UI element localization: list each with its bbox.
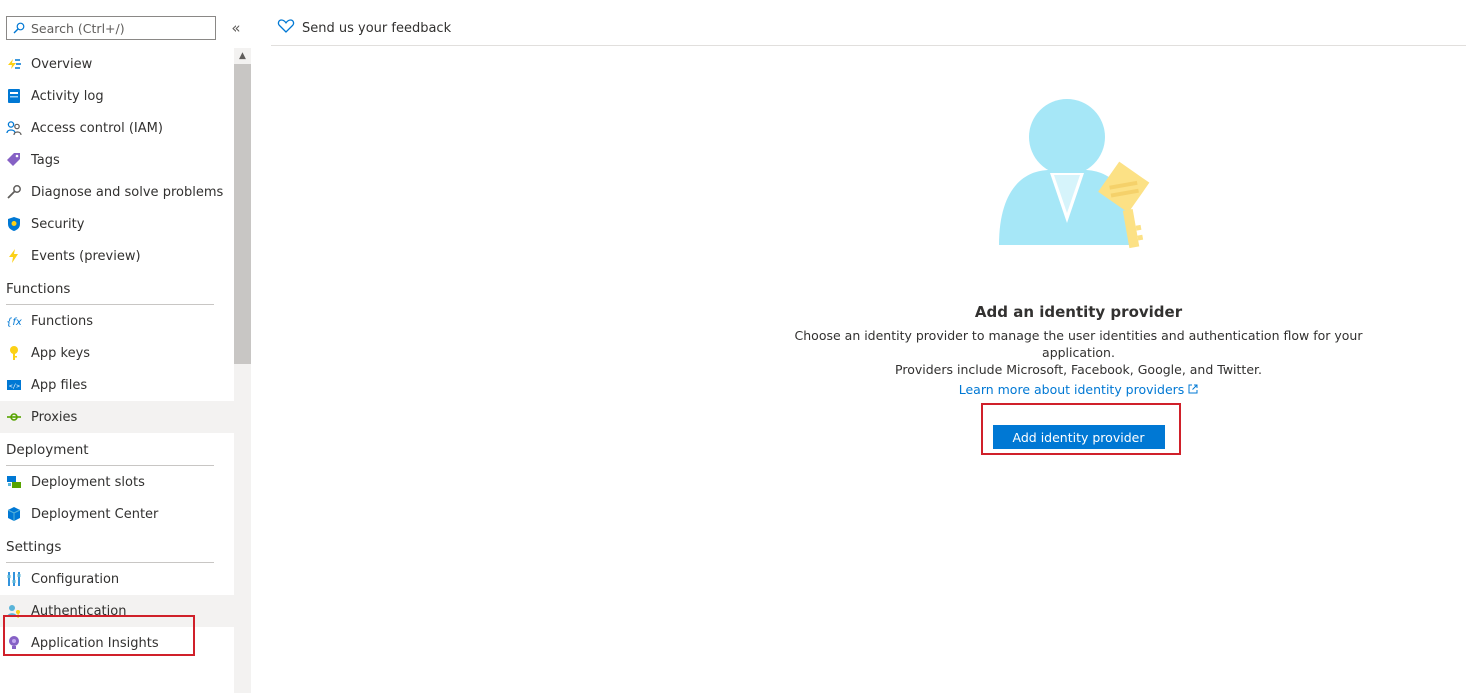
cube-icon xyxy=(6,506,22,522)
search-input-box[interactable] xyxy=(6,16,216,40)
menu-item-proxies[interactable]: Proxies xyxy=(0,401,234,433)
access-control-icon xyxy=(6,120,22,136)
menu-item-label: Overview xyxy=(31,56,93,72)
deployment-slots-icon xyxy=(6,474,22,490)
menu-item-label: Activity log xyxy=(31,88,104,104)
search-input[interactable] xyxy=(31,20,211,36)
menu-item-access-control[interactable]: Access control (IAM) xyxy=(0,112,234,144)
key-icon xyxy=(6,345,22,361)
section-title: Functions xyxy=(6,280,71,297)
menu-item-label: App keys xyxy=(31,345,91,361)
sliders-icon xyxy=(6,571,22,587)
menu-list: Overview Activity log Access control (IA… xyxy=(0,48,234,659)
menu-item-label: Access control (IAM) xyxy=(31,120,163,136)
tag-icon xyxy=(6,152,22,168)
lightning-icon xyxy=(6,248,22,264)
menu-item-label: Security xyxy=(31,216,85,232)
collapse-menu-button[interactable]: « xyxy=(228,18,244,38)
user-key-illustration xyxy=(998,95,1160,255)
menu-item-app-keys[interactable]: App keys xyxy=(0,337,234,369)
feedback-button[interactable]: Send us your feedback xyxy=(277,18,451,38)
menu-scrollbar[interactable]: ▲ xyxy=(234,48,251,693)
menu-item-activity-log[interactable]: Activity log xyxy=(0,80,234,112)
scroll-up-arrow-icon[interactable]: ▲ xyxy=(234,48,251,64)
menu-item-app-files[interactable]: </> App files xyxy=(0,369,234,401)
menu-item-label: Configuration xyxy=(31,571,120,587)
menu-item-overview[interactable]: Overview xyxy=(0,48,234,80)
app-files-icon: </> xyxy=(6,377,22,393)
section-header-settings: Settings xyxy=(0,530,234,563)
learn-more-label: Learn more about identity providers xyxy=(958,382,1185,397)
section-header-deployment: Deployment xyxy=(0,433,234,466)
feedback-label: Send us your feedback xyxy=(302,20,452,36)
command-bar: Send us your feedback xyxy=(271,0,1466,46)
menu-item-label: Functions xyxy=(31,313,94,329)
menu-item-security[interactable]: Security xyxy=(0,208,234,240)
empty-state-title: Add an identity provider xyxy=(974,303,1183,321)
svg-text:{fx}: {fx} xyxy=(6,317,22,328)
add-identity-provider-button[interactable]: Add identity provider xyxy=(992,425,1165,449)
menu-item-label: Deployment Center xyxy=(31,506,159,522)
menu-item-label: Deployment slots xyxy=(31,474,145,490)
section-title: Deployment xyxy=(6,441,89,458)
function-icon: {fx} xyxy=(6,313,22,329)
external-link-icon xyxy=(1188,382,1198,397)
menu-item-label: Authentication xyxy=(31,603,127,619)
menu-item-diagnose[interactable]: Diagnose and solve problems xyxy=(0,176,234,208)
wrench-icon xyxy=(6,184,22,200)
menu-item-label: Application Insights xyxy=(31,635,159,651)
description-line-2: Providers include Microsoft, Facebook, G… xyxy=(895,362,1262,377)
menu-item-label: Events (preview) xyxy=(31,248,141,264)
menu-item-events[interactable]: Events (preview) xyxy=(0,240,234,272)
menu-item-tags[interactable]: Tags xyxy=(0,144,234,176)
lightbulb-icon xyxy=(6,635,22,651)
empty-state-description: Choose an identity provider to manage th… xyxy=(760,327,1397,378)
overview-icon xyxy=(6,56,22,72)
menu-item-functions[interactable]: {fx} Functions xyxy=(0,305,234,337)
shield-icon xyxy=(6,216,22,232)
section-title: Settings xyxy=(6,538,62,555)
menu-item-deployment-slots[interactable]: Deployment slots xyxy=(0,466,234,498)
menu-item-authentication[interactable]: Authentication xyxy=(0,595,234,627)
menu-item-configuration[interactable]: Configuration xyxy=(0,563,234,595)
learn-more-link[interactable]: Learn more about identity providers xyxy=(959,382,1199,397)
svg-text:</>: </> xyxy=(9,383,20,390)
menu-item-label: Diagnose and solve problems xyxy=(31,184,224,200)
section-header-functions: Functions xyxy=(0,272,234,305)
menu-item-label: App files xyxy=(31,377,88,393)
proxy-icon xyxy=(6,409,22,425)
resource-menu: « Overview Activity log Access control (… xyxy=(0,0,251,693)
description-line-1: Choose an identity provider to manage th… xyxy=(794,328,1363,360)
heart-icon xyxy=(277,18,295,38)
authentication-icon xyxy=(6,603,22,619)
scrollbar-thumb[interactable] xyxy=(234,64,251,364)
menu-item-application-insights[interactable]: Application Insights xyxy=(0,627,234,659)
search-icon xyxy=(12,21,26,35)
menu-item-label: Tags xyxy=(31,152,60,168)
activity-log-icon xyxy=(6,88,22,104)
menu-item-deployment-center[interactable]: Deployment Center xyxy=(0,498,234,530)
identity-provider-empty-state: Add an identity provider Choose an ident… xyxy=(760,95,1397,449)
menu-item-label: Proxies xyxy=(31,409,78,425)
